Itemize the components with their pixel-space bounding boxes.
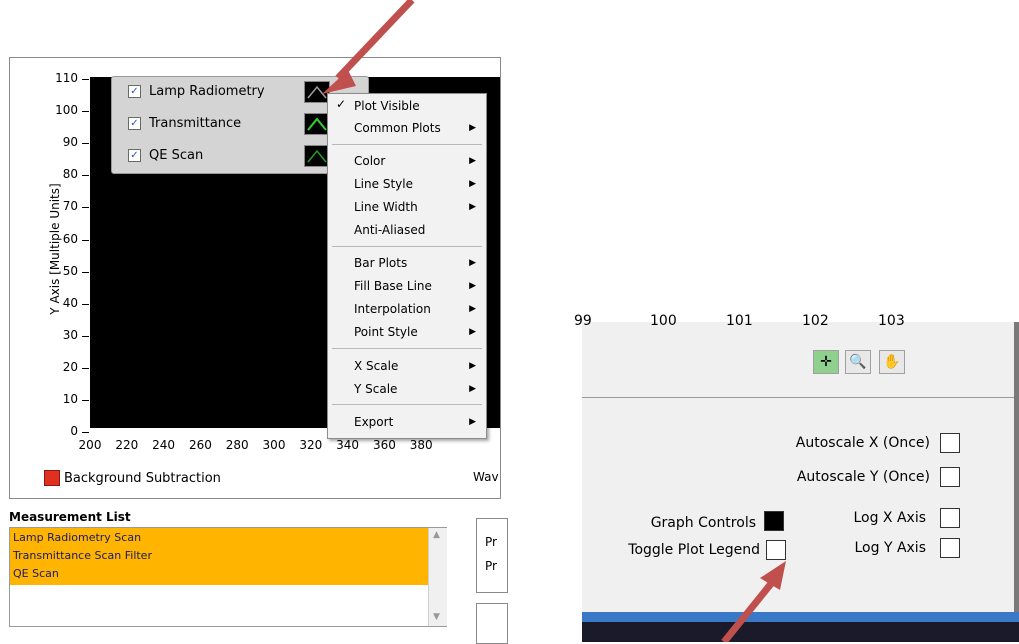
annotation-arrow-bottom (721, 577, 777, 642)
annotation-arrowhead-bottom (760, 561, 786, 590)
annotation-arrows (322, 0, 786, 642)
annotation-arrow-top (335, 0, 415, 81)
